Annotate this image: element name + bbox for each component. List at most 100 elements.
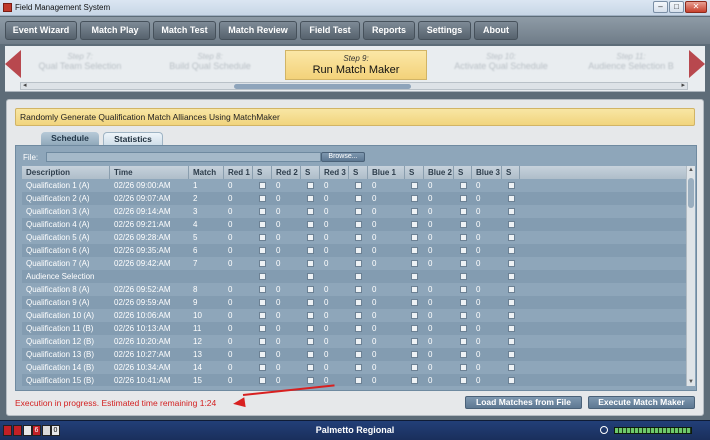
column-header[interactable]: S xyxy=(454,166,472,179)
table-row[interactable]: Qualification 4 (A) 02/26 09:21:AM 4 0 0 0 0 0 0 xyxy=(22,218,686,231)
menu-reports[interactable]: Reports xyxy=(363,21,415,40)
grid-scroll-thumb[interactable] xyxy=(688,178,694,208)
surrogate-checkbox[interactable] xyxy=(411,286,418,293)
column-header[interactable]: Red 3 xyxy=(320,166,349,179)
surrogate-checkbox[interactable] xyxy=(355,273,362,280)
surrogate-checkbox[interactable] xyxy=(355,351,362,358)
table-row[interactable]: Qualification 13 (B) 02/26 10:27:AM 13 0 0 0 0… xyxy=(22,348,686,361)
surrogate-checkbox[interactable] xyxy=(508,351,515,358)
column-header[interactable]: S xyxy=(301,166,320,179)
surrogate-checkbox[interactable] xyxy=(259,247,266,254)
surrogate-checkbox[interactable] xyxy=(460,273,467,280)
surrogate-checkbox[interactable] xyxy=(307,195,314,202)
surrogate-checkbox[interactable] xyxy=(355,286,362,293)
surrogate-checkbox[interactable] xyxy=(307,312,314,319)
surrogate-checkbox[interactable] xyxy=(307,351,314,358)
surrogate-checkbox[interactable] xyxy=(411,234,418,241)
menu-match-review[interactable]: Match Review xyxy=(219,21,297,40)
surrogate-checkbox[interactable] xyxy=(508,221,515,228)
surrogate-checkbox[interactable] xyxy=(460,351,467,358)
surrogate-checkbox[interactable] xyxy=(355,312,362,319)
tab-schedule[interactable]: Schedule xyxy=(41,132,99,145)
menu-match-play[interactable]: Match Play xyxy=(80,21,150,40)
surrogate-checkbox[interactable] xyxy=(460,221,467,228)
table-row[interactable]: Qualification 6 (A) 02/26 09:35:AM 6 0 0 0 0 0 0 xyxy=(22,244,686,257)
surrogate-checkbox[interactable] xyxy=(411,182,418,189)
surrogate-checkbox[interactable] xyxy=(307,325,314,332)
scroll-up-icon[interactable]: ▲ xyxy=(688,167,694,173)
column-header[interactable]: S xyxy=(349,166,368,179)
surrogate-checkbox[interactable] xyxy=(307,234,314,241)
surrogate-checkbox[interactable] xyxy=(508,338,515,345)
surrogate-checkbox[interactable] xyxy=(259,182,266,189)
wizard-step-10[interactable]: Step 10: Activate Qual Schedule xyxy=(441,52,561,71)
surrogate-checkbox[interactable] xyxy=(259,364,266,371)
surrogate-checkbox[interactable] xyxy=(508,260,515,267)
surrogate-checkbox[interactable] xyxy=(307,338,314,345)
surrogate-checkbox[interactable] xyxy=(411,195,418,202)
surrogate-checkbox[interactable] xyxy=(460,208,467,215)
grid-vertical-scrollbar[interactable]: ▲ ▼ xyxy=(686,166,695,386)
surrogate-checkbox[interactable] xyxy=(355,260,362,267)
surrogate-checkbox[interactable] xyxy=(411,247,418,254)
column-header[interactable]: Description xyxy=(22,166,110,179)
surrogate-checkbox[interactable] xyxy=(259,208,266,215)
surrogate-checkbox[interactable] xyxy=(508,182,515,189)
column-header[interactable]: S xyxy=(405,166,424,179)
surrogate-checkbox[interactable] xyxy=(307,221,314,228)
scroll-right-icon[interactable]: ▸ xyxy=(681,81,685,89)
surrogate-checkbox[interactable] xyxy=(508,312,515,319)
surrogate-checkbox[interactable] xyxy=(355,338,362,345)
column-header[interactable]: Blue 1 xyxy=(368,166,405,179)
surrogate-checkbox[interactable] xyxy=(259,234,266,241)
surrogate-checkbox[interactable] xyxy=(307,182,314,189)
table-row[interactable]: Qualification 7 (A) 02/26 09:42:AM 7 0 0 0 0 0 0 xyxy=(22,257,686,270)
surrogate-checkbox[interactable] xyxy=(508,234,515,241)
surrogate-checkbox[interactable] xyxy=(411,325,418,332)
surrogate-checkbox[interactable] xyxy=(355,325,362,332)
surrogate-checkbox[interactable] xyxy=(508,364,515,371)
surrogate-checkbox[interactable] xyxy=(460,312,467,319)
file-path-input[interactable] xyxy=(46,152,321,162)
tab-statistics[interactable]: Statistics xyxy=(103,132,163,145)
table-row[interactable]: Qualification 1 (A) 02/26 09:00:AM 1 0 0 0 0 0 0 xyxy=(22,179,686,192)
surrogate-checkbox[interactable] xyxy=(460,247,467,254)
close-button[interactable]: ✕ xyxy=(685,1,707,13)
surrogate-checkbox[interactable] xyxy=(411,312,418,319)
surrogate-checkbox[interactable] xyxy=(411,273,418,280)
surrogate-checkbox[interactable] xyxy=(460,299,467,306)
wizard-step-7[interactable]: Step 7: Qual Team Selection xyxy=(25,52,135,71)
table-row[interactable]: Qualification 8 (A) 02/26 09:52:AM 8 0 0 0 0 0 0 xyxy=(22,283,686,296)
surrogate-checkbox[interactable] xyxy=(508,247,515,254)
surrogate-checkbox[interactable] xyxy=(355,208,362,215)
surrogate-checkbox[interactable] xyxy=(307,286,314,293)
surrogate-checkbox[interactable] xyxy=(460,182,467,189)
surrogate-checkbox[interactable] xyxy=(460,286,467,293)
surrogate-checkbox[interactable] xyxy=(307,260,314,267)
surrogate-checkbox[interactable] xyxy=(259,260,266,267)
surrogate-checkbox[interactable] xyxy=(259,195,266,202)
column-header[interactable]: Red 1 xyxy=(224,166,253,179)
surrogate-checkbox[interactable] xyxy=(460,234,467,241)
execute-match-maker-button[interactable]: Execute Match Maker xyxy=(588,396,695,409)
surrogate-checkbox[interactable] xyxy=(259,338,266,345)
surrogate-checkbox[interactable] xyxy=(508,299,515,306)
table-row[interactable]: Audience Selection xyxy=(22,270,686,283)
previous-step-arrow-icon[interactable] xyxy=(5,50,21,78)
column-header[interactable]: Match xyxy=(189,166,224,179)
surrogate-checkbox[interactable] xyxy=(508,377,515,384)
surrogate-checkbox[interactable] xyxy=(508,273,515,280)
surrogate-checkbox[interactable] xyxy=(307,208,314,215)
surrogate-checkbox[interactable] xyxy=(307,377,314,384)
surrogate-checkbox[interactable] xyxy=(460,260,467,267)
surrogate-checkbox[interactable] xyxy=(460,364,467,371)
wizard-step-11[interactable]: Step 11: Audience Selection B xyxy=(575,52,687,71)
column-header[interactable]: Blue 3 xyxy=(472,166,502,179)
surrogate-checkbox[interactable] xyxy=(411,338,418,345)
surrogate-checkbox[interactable] xyxy=(355,247,362,254)
wizard-scrollbar[interactable]: ◂ ▸ xyxy=(20,82,688,90)
surrogate-checkbox[interactable] xyxy=(355,299,362,306)
surrogate-checkbox[interactable] xyxy=(508,286,515,293)
surrogate-checkbox[interactable] xyxy=(460,325,467,332)
table-row[interactable]: Qualification 5 (A) 02/26 09:28:AM 5 0 0 0 0 0 0 xyxy=(22,231,686,244)
